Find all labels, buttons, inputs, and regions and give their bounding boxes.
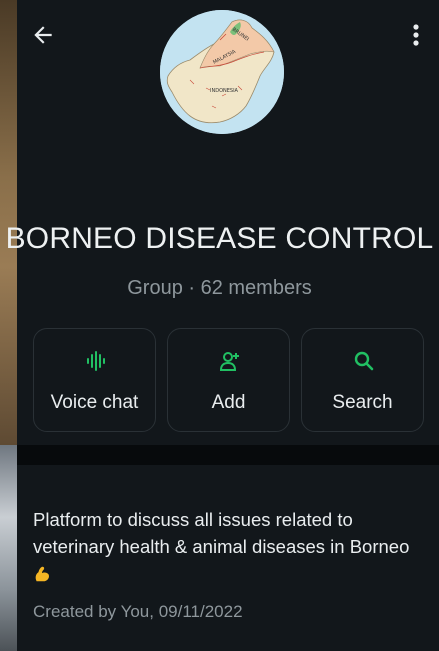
voice-chat-button[interactable]: Voice chat xyxy=(33,328,156,432)
group-member-count: Group · 62 members xyxy=(127,277,312,299)
more-vert-icon xyxy=(413,24,419,46)
voice-chat-label: Voice chat xyxy=(50,392,139,413)
background-photo-edge xyxy=(0,445,17,651)
search-icon xyxy=(354,351,374,371)
add-label: Add xyxy=(211,392,246,413)
back-arrow-icon xyxy=(34,26,52,44)
map-label-indonesia: INDONESIA xyxy=(210,88,239,94)
add-person-icon xyxy=(219,352,239,371)
back-button[interactable] xyxy=(30,22,56,48)
add-member-button[interactable]: Add xyxy=(167,328,290,432)
group-info-screen: BRUNEI MALAYSIA INDONESIA BORNEO DISEASE… xyxy=(0,0,439,651)
group-avatar[interactable]: BRUNEI MALAYSIA INDONESIA xyxy=(160,10,284,134)
created-info: Created by You, 09/11/2022 xyxy=(33,602,243,621)
flexed-biceps-emoji-icon xyxy=(35,566,50,582)
group-description-text: Platform to discuss all issues related t… xyxy=(33,509,410,557)
section-divider xyxy=(17,445,439,465)
group-name: BORNEO DISEASE CONTROL xyxy=(5,222,434,255)
search-button[interactable]: Search xyxy=(301,328,424,432)
more-options-button[interactable] xyxy=(406,22,426,48)
voice-chat-icon xyxy=(87,351,105,371)
group-description: Platform to discuss all issues related t… xyxy=(33,506,433,587)
borneo-map-image: BRUNEI MALAYSIA INDONESIA xyxy=(160,10,284,134)
search-label: Search xyxy=(332,392,393,413)
